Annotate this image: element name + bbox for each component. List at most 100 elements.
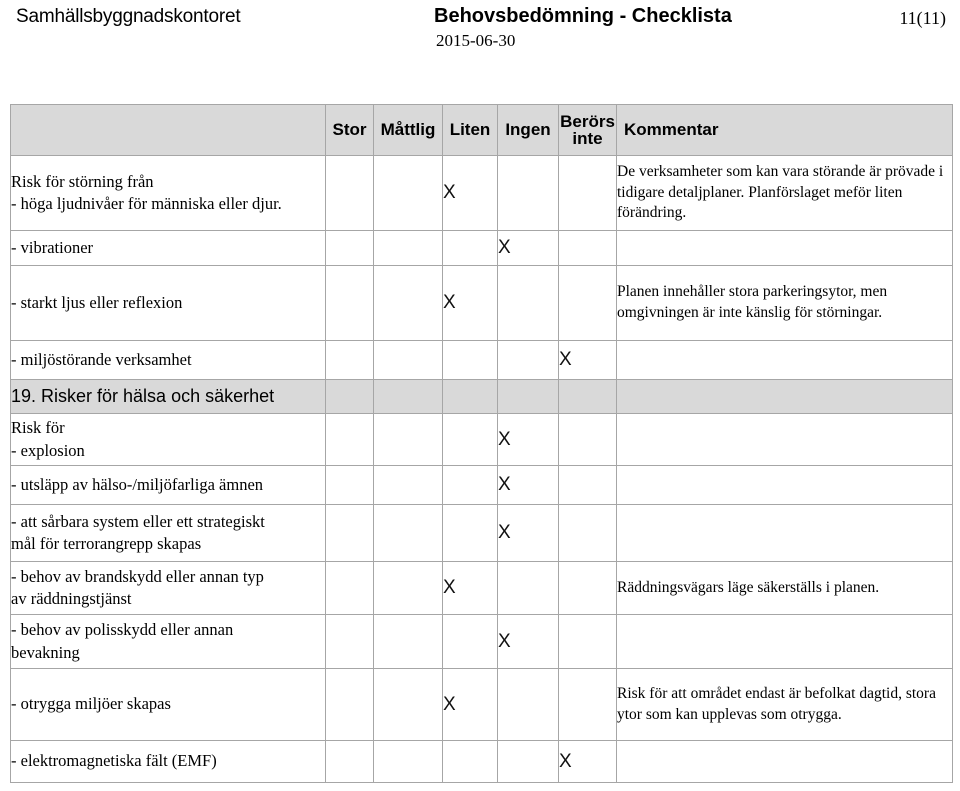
cell-liten[interactable]: X xyxy=(442,265,498,341)
cell-liten[interactable] xyxy=(442,465,498,505)
cell-stor[interactable] xyxy=(325,504,374,562)
cell-liten[interactable]: X xyxy=(442,668,498,741)
table-row: - behov av brandskydd eller annan typ av… xyxy=(10,561,953,615)
table-row: - behov av polisskydd eller annan bevakn… xyxy=(10,614,953,669)
cell-liten[interactable] xyxy=(442,504,498,562)
row-label: - miljöstörande verksamhet xyxy=(10,340,326,380)
cell-berors-inte[interactable] xyxy=(558,155,617,231)
table-row: - utsläpp av hälso-/miljöfarliga ämnen X xyxy=(10,465,953,505)
table-row: - otrygga miljöer skapas X Risk för att … xyxy=(10,668,953,741)
row-label: Risk för störning från - höga ljudnivåer… xyxy=(10,155,326,231)
row-label-line1: - starkt ljus eller reflexion xyxy=(11,292,183,312)
section-cell-stor xyxy=(325,379,374,414)
row-label-line2: bevakning xyxy=(11,642,80,662)
cell-mattlig[interactable] xyxy=(373,230,443,266)
cell-ingen[interactable] xyxy=(497,340,559,380)
row-label-line1: - att sårbara system eller ett strategis… xyxy=(11,511,265,531)
cell-mattlig[interactable] xyxy=(373,265,443,341)
cell-liten[interactable] xyxy=(442,340,498,380)
cell-liten[interactable]: X xyxy=(442,155,498,231)
column-header-berors-inte: Berörs inte xyxy=(558,104,617,156)
cell-ingen[interactable] xyxy=(497,561,559,615)
cell-mattlig[interactable] xyxy=(373,740,443,783)
table-row: - miljöstörande verksamhet X xyxy=(10,340,953,380)
cell-ingen[interactable] xyxy=(497,740,559,783)
cell-ingen[interactable] xyxy=(497,668,559,741)
column-header-label xyxy=(10,104,326,156)
cell-stor[interactable] xyxy=(325,265,374,341)
cell-mattlig[interactable] xyxy=(373,614,443,669)
cell-mattlig[interactable] xyxy=(373,155,443,231)
section-header-row: 19. Risker för hälsa och säkerhet xyxy=(10,379,953,414)
cell-ingen[interactable]: X xyxy=(497,504,559,562)
row-label: - behov av brandskydd eller annan typ av… xyxy=(10,561,326,615)
cell-ingen[interactable]: X xyxy=(497,465,559,505)
row-label-line2: - höga ljudnivåer för människa eller dju… xyxy=(11,194,282,213)
cell-berors-inte[interactable] xyxy=(558,465,617,505)
cell-berors-inte[interactable] xyxy=(558,413,617,466)
cell-ingen[interactable] xyxy=(497,155,559,231)
cell-mattlig[interactable] xyxy=(373,340,443,380)
cell-kommentar[interactable] xyxy=(616,504,953,562)
cell-liten[interactable] xyxy=(442,740,498,783)
cell-liten[interactable] xyxy=(442,230,498,266)
cell-stor[interactable] xyxy=(325,340,374,380)
cell-stor[interactable] xyxy=(325,230,374,266)
cell-liten[interactable]: X xyxy=(442,561,498,615)
cell-berors-inte[interactable] xyxy=(558,668,617,741)
cell-stor[interactable] xyxy=(325,561,374,615)
cell-stor[interactable] xyxy=(325,465,374,505)
cell-liten[interactable] xyxy=(442,614,498,669)
row-label: - elektromagnetiska fält (EMF) xyxy=(10,740,326,783)
cell-kommentar[interactable] xyxy=(616,740,953,783)
cell-kommentar[interactable]: Räddningsvägars läge säkerställs i plane… xyxy=(616,561,953,615)
cell-berors-inte[interactable] xyxy=(558,265,617,341)
cell-kommentar[interactable] xyxy=(616,413,953,466)
cell-ingen[interactable]: X xyxy=(497,614,559,669)
row-label: - utsläpp av hälso-/miljöfarliga ämnen xyxy=(10,465,326,505)
row-label-line2: av räddningstjänst xyxy=(11,589,132,608)
cell-ingen[interactable] xyxy=(497,265,559,341)
cell-kommentar[interactable]: De verksamheter som kan vara störande är… xyxy=(616,155,953,231)
column-header-berors-line1: Berörs xyxy=(560,111,615,131)
row-label: - starkt ljus eller reflexion xyxy=(10,265,326,341)
cell-mattlig[interactable] xyxy=(373,561,443,615)
cell-kommentar[interactable] xyxy=(616,340,953,380)
cell-stor[interactable] xyxy=(325,413,374,466)
cell-mattlig[interactable] xyxy=(373,668,443,741)
row-label-line2: mål för terrorangrepp skapas xyxy=(11,534,202,553)
table-row: - elektromagnetiska fält (EMF) X xyxy=(10,740,953,783)
cell-mattlig[interactable] xyxy=(373,465,443,505)
cell-kommentar[interactable]: Risk för att området endast är befolkat … xyxy=(616,668,953,741)
cell-stor[interactable] xyxy=(325,614,374,669)
table-row: - vibrationer X xyxy=(10,230,953,266)
section-cell-ingen xyxy=(497,379,559,414)
cell-stor[interactable] xyxy=(325,155,374,231)
row-label-line1: - otrygga miljöer skapas xyxy=(11,694,171,714)
row-label-line1: - behov av brandskydd eller annan typ xyxy=(11,566,264,586)
cell-kommentar[interactable] xyxy=(616,465,953,505)
cell-kommentar[interactable] xyxy=(616,230,953,266)
row-label: - vibrationer xyxy=(10,230,326,266)
cell-stor[interactable] xyxy=(325,740,374,783)
cell-ingen[interactable]: X xyxy=(497,230,559,266)
checklist-table: Stor Måttlig Liten Ingen Berörs inte Kom… xyxy=(10,104,953,783)
table-row: Risk för störning från - höga ljudnivåer… xyxy=(10,155,953,231)
cell-kommentar[interactable] xyxy=(616,614,953,669)
cell-berors-inte[interactable] xyxy=(558,561,617,615)
row-label-line1: - behov av polisskydd eller annan xyxy=(11,620,234,640)
cell-ingen[interactable]: X xyxy=(497,413,559,466)
table-header-row: Stor Måttlig Liten Ingen Berörs inte Kom… xyxy=(10,104,953,156)
cell-liten[interactable] xyxy=(442,413,498,466)
cell-berors-inte[interactable] xyxy=(558,614,617,669)
cell-stor[interactable] xyxy=(325,668,374,741)
cell-berors-inte[interactable] xyxy=(558,504,617,562)
document-title: Behovsbedömning - Checklista xyxy=(434,5,732,27)
cell-berors-inte[interactable] xyxy=(558,230,617,266)
cell-mattlig[interactable] xyxy=(373,504,443,562)
cell-kommentar[interactable]: Planen innehåller stora parkeringsytor, … xyxy=(616,265,953,341)
table-row: - att sårbara system eller ett strategis… xyxy=(10,504,953,562)
cell-berors-inte[interactable]: X xyxy=(558,340,617,380)
cell-mattlig[interactable] xyxy=(373,413,443,466)
cell-berors-inte[interactable]: X xyxy=(558,740,617,783)
